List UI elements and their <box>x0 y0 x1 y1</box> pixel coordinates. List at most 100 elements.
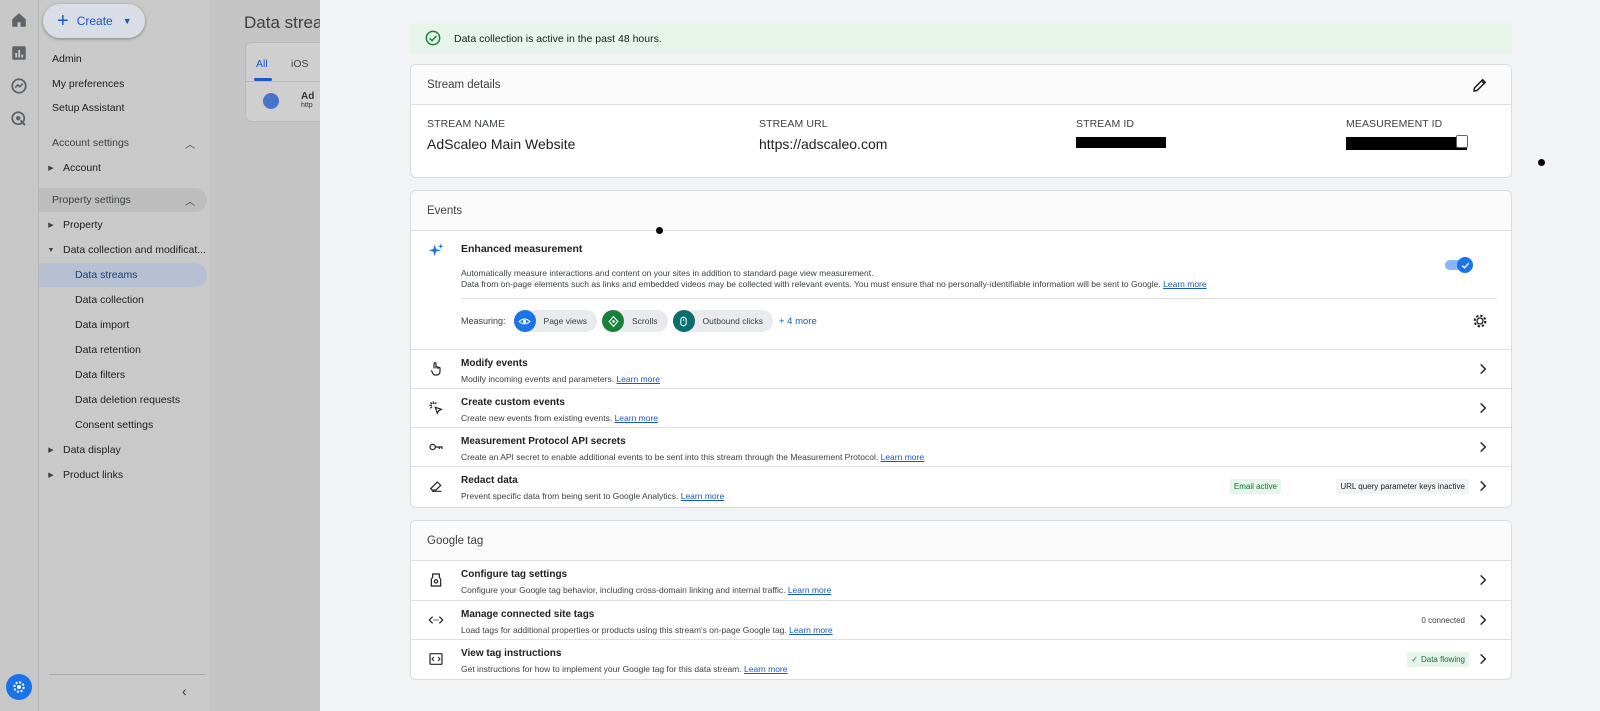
tab-all[interactable]: All <box>256 58 268 70</box>
modify-events-desc: Modify incoming events and parameters. L… <box>461 374 660 384</box>
admin-gear-icon[interactable] <box>6 674 32 700</box>
nav-data-import[interactable]: Data import <box>39 313 207 337</box>
url-query-badge: URL query parameter keys inactive <box>1336 479 1469 494</box>
reports-icon[interactable] <box>7 41 31 65</box>
nav-data-retention[interactable]: Data retention <box>39 338 207 362</box>
modify-events-desc-text: Modify incoming events and parameters. <box>461 374 615 384</box>
chip-scrolls-label: Scrolls <box>632 316 658 326</box>
configure-tag-title: Configure tag settings <box>461 569 568 580</box>
manage-site-tags-row[interactable]: Manage connected site tags Load tags for… <box>411 600 1511 639</box>
connected-count: 0 connected <box>1421 616 1465 625</box>
nav-my-preferences[interactable]: My preferences <box>52 78 124 90</box>
divider <box>246 81 320 82</box>
key-icon <box>429 443 443 451</box>
create-custom-events-row[interactable]: Create custom events Create new events f… <box>411 388 1511 427</box>
learn-more-link[interactable]: Learn more <box>881 452 924 462</box>
data-flowing-badge: ✓ Data flowing <box>1407 652 1469 667</box>
email-active-badge: Email active <box>1229 479 1281 494</box>
nav-data-filters[interactable]: Data filters <box>39 363 207 387</box>
stream-row[interactable]: Ad http <box>301 91 314 109</box>
measurement-protocol-title: Measurement Protocol API secrets <box>461 436 626 447</box>
learn-more-link[interactable]: Learn more <box>744 664 787 674</box>
measurement-protocol-row[interactable]: Measurement Protocol API secrets Create … <box>411 427 1511 466</box>
streams-card: All iOS Ad http <box>245 42 320 122</box>
page-title: Data strea <box>244 13 320 32</box>
nav-property[interactable]: ▶ Property <box>39 213 207 237</box>
advertising-icon[interactable] <box>7 107 31 131</box>
nav-account[interactable]: ▶ Account <box>39 156 207 180</box>
nav-setup-assistant[interactable]: Setup Assistant <box>52 102 124 114</box>
settings-gear-icon[interactable] <box>1472 313 1488 329</box>
tag-icon <box>430 573 442 587</box>
globe-icon <box>263 93 279 109</box>
configure-tag-row[interactable]: Configure tag settings Configure your Go… <box>411 561 1511 600</box>
view-tag-instructions-desc-text: Get instructions for how to implement yo… <box>461 664 742 674</box>
learn-more-link[interactable]: Learn more <box>681 491 724 501</box>
learn-more-link[interactable]: Learn more <box>788 585 831 595</box>
measurement-id-redaction <box>1346 137 1467 150</box>
chevron-right-icon <box>1480 363 1487 375</box>
measurement-protocol-desc-text: Create an API secret to enable additiona… <box>461 452 879 462</box>
property-settings-label: Property settings <box>52 194 131 206</box>
expand-arrow-icon: ▶ <box>48 447 54 454</box>
chevron-right-icon <box>1480 480 1487 492</box>
redact-data-desc-text: Prevent specific data from being sent to… <box>461 491 679 501</box>
property-settings-header[interactable]: Property settings ︿ <box>39 188 207 212</box>
enhanced-measurement-section: Enhanced measurement Automatically measu… <box>411 231 1511 349</box>
nav-data-display-label: Data display <box>63 444 121 456</box>
measurement-protocol-desc: Create an API secret to enable additiona… <box>461 452 924 462</box>
home-icon[interactable] <box>7 8 31 32</box>
plus-icon: + <box>57 10 69 32</box>
copy-icon[interactable] <box>1456 135 1468 148</box>
nav-property-label: Property <box>63 219 103 231</box>
cursor-dot <box>1538 159 1545 166</box>
stream-url-field: STREAM URL https://adscaleo.com <box>759 118 887 152</box>
create-custom-events-desc-text: Create new events from existing events. <box>461 413 613 423</box>
enhanced-desc-line1: Automatically measure interactions and c… <box>461 268 874 278</box>
nav-account-label: Account <box>63 162 101 174</box>
explore-icon[interactable] <box>7 74 31 98</box>
admin-nav: + Create ▼ Admin My preferences Setup As… <box>39 0 209 711</box>
enhanced-measurement-desc: Automatically measure interactions and c… <box>461 268 1207 290</box>
modify-events-row[interactable]: Modify events Modify incoming events and… <box>411 349 1511 388</box>
chevron-up-icon: ︿ <box>185 139 195 151</box>
redact-data-row[interactable]: Redact data Prevent specific data from b… <box>411 466 1511 505</box>
stream-detail-panel: Data collection is active in the past 48… <box>320 0 1600 711</box>
learn-more-link[interactable]: Learn more <box>615 413 658 423</box>
nav-data-display[interactable]: ▶ Data display <box>39 438 207 462</box>
enhanced-measurement-toggle[interactable] <box>1445 257 1473 273</box>
nav-data-collection-mod-label: Data collection and modificat... <box>63 244 206 256</box>
view-tag-instructions-row[interactable]: View tag instructions Get instructions f… <box>411 639 1511 678</box>
edit-pencil-icon[interactable] <box>1471 76 1489 94</box>
create-label: Create <box>76 14 113 28</box>
account-settings-label: Account settings <box>52 137 130 149</box>
nav-consent-settings[interactable]: Consent settings <box>39 413 207 437</box>
view-tag-instructions-desc: Get instructions for how to implement yo… <box>461 664 787 674</box>
configure-tag-desc: Configure your Google tag behavior, incl… <box>461 585 831 595</box>
nav-data-deletion-requests[interactable]: Data deletion requests <box>39 388 207 412</box>
nav-data-collection-mod[interactable]: ▼ Data collection and modificat... <box>39 238 207 262</box>
eraser-icon <box>429 481 442 492</box>
collapse-nav-icon[interactable]: ‹ <box>182 683 187 699</box>
nav-data-collection[interactable]: Data collection <box>39 288 207 312</box>
create-button[interactable]: + Create ▼ <box>43 4 145 38</box>
chevron-up-icon: ︿ <box>185 196 195 208</box>
nav-admin[interactable]: Admin <box>52 53 82 65</box>
stream-row-name: Ad <box>301 91 315 102</box>
stream-url-label: STREAM URL <box>759 118 828 130</box>
learn-more-link[interactable]: Learn more <box>616 374 659 384</box>
stream-details-title: Stream details <box>427 78 501 91</box>
redact-data-desc: Prevent specific data from being sent to… <box>461 491 724 501</box>
configure-tag-desc-text: Configure your Google tag behavior, incl… <box>461 585 786 595</box>
chevron-right-icon <box>1480 574 1487 586</box>
chevron-right-icon <box>1480 614 1487 626</box>
account-settings-header[interactable]: Account settings ︿ <box>39 131 207 155</box>
nav-product-links[interactable]: ▶ Product links <box>39 463 207 487</box>
tab-ios[interactable]: iOS <box>291 58 309 70</box>
nav-data-streams[interactable]: Data streams <box>39 263 207 287</box>
learn-more-link[interactable]: Learn more <box>789 625 832 635</box>
nav-product-links-label: Product links <box>63 469 124 481</box>
stream-id-redaction <box>1076 137 1166 148</box>
more-measurements-link[interactable]: + 4 more <box>779 316 817 327</box>
learn-more-link[interactable]: Learn more <box>1163 279 1206 289</box>
